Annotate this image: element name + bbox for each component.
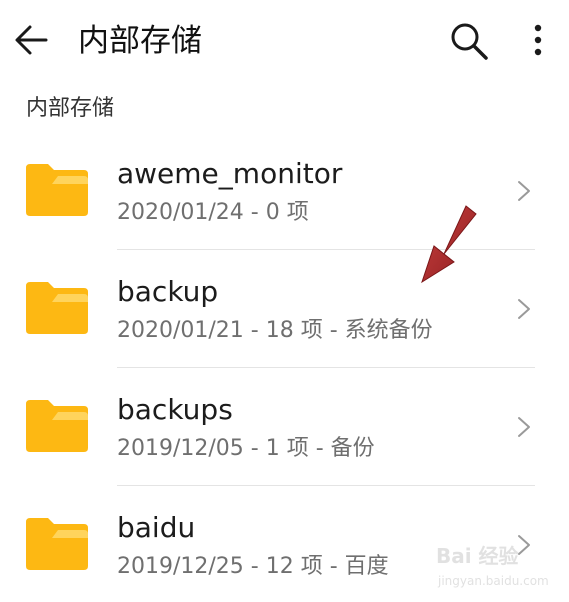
folder-meta: 2019/12/05 - 1 项 - 备份	[117, 436, 375, 461]
folder-name: aweme_monitor	[117, 157, 343, 190]
more-options-button[interactable]	[522, 18, 554, 64]
chevron-right-icon	[518, 299, 530, 319]
folder-icon	[26, 282, 88, 334]
folder-name: baidu	[117, 511, 196, 544]
watermark-url: jingyan.baidu.com	[438, 574, 549, 588]
folder-meta: 2020/01/24 - 0 项	[117, 200, 309, 225]
more-vertical-icon	[534, 24, 542, 56]
chevron-right-icon	[518, 417, 530, 437]
search-button[interactable]	[446, 18, 492, 64]
folder-name: backup	[117, 275, 219, 308]
search-icon	[451, 23, 488, 60]
watermark-logo: Bai 经验	[436, 544, 519, 568]
app-bar: 内部存储	[0, 0, 569, 84]
folder-meta: 2019/12/25 - 12 项 - 百度	[117, 554, 389, 579]
arrow-left-icon	[15, 25, 48, 55]
breadcrumb[interactable]: 内部存储	[26, 92, 114, 126]
chevron-right-icon	[518, 181, 530, 201]
watermark: Bai 经验 jingyan.baidu.com	[436, 540, 566, 594]
folder-meta: 2020/01/21 - 18 项 - 系统备份	[117, 318, 433, 343]
folder-icon	[26, 518, 88, 570]
folder-icon	[26, 400, 88, 452]
list-item[interactable]: backups 2019/12/05 - 1 项 - 备份	[0, 368, 569, 486]
folder-icon	[26, 164, 88, 216]
page-title: 内部存储	[78, 23, 202, 59]
back-button[interactable]	[10, 18, 54, 62]
folder-name: backups	[117, 393, 233, 426]
annotation-arrow-icon	[421, 205, 477, 284]
